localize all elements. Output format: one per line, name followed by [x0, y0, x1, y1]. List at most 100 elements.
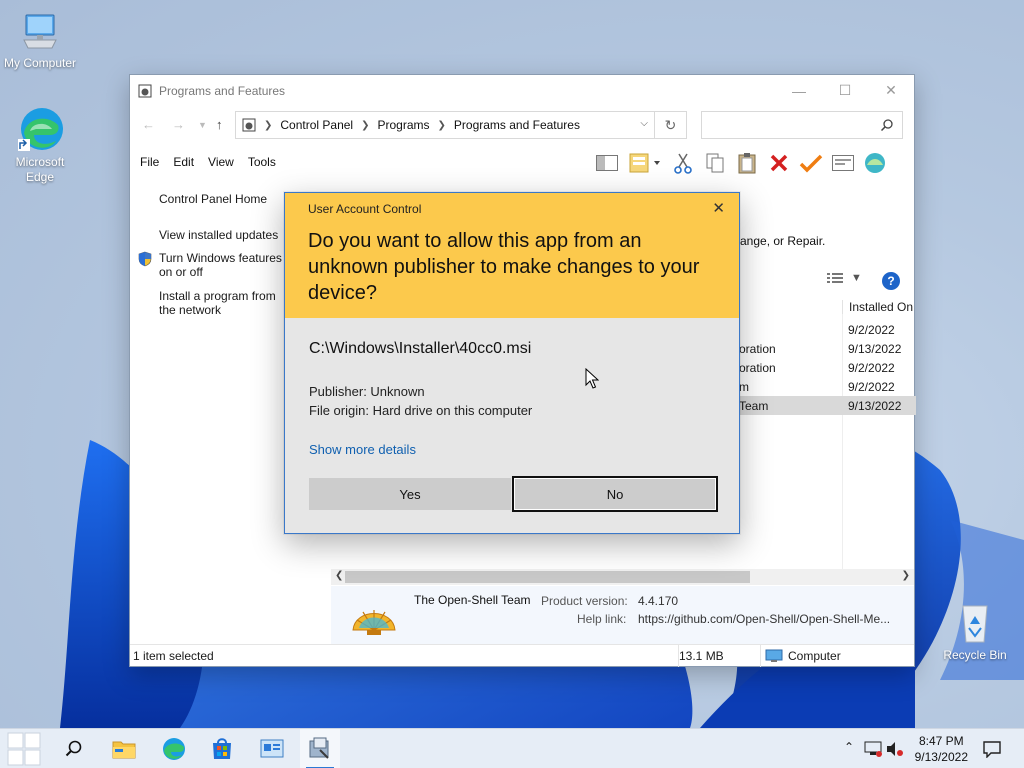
store-icon: [213, 738, 231, 759]
status-selected-count: 1 item selected: [133, 649, 214, 663]
volume-muted-icon[interactable]: [886, 741, 904, 757]
install-from-network-link[interactable]: Install a program from the network: [159, 289, 285, 317]
control-panel-app-icon: [260, 739, 284, 758]
recent-locations-icon[interactable]: ▼: [198, 120, 207, 130]
help-icon[interactable]: ?: [882, 272, 900, 290]
details-publisher: The Open-Shell Team: [414, 593, 531, 607]
control-panel-home-link[interactable]: Control Panel Home: [159, 192, 267, 206]
maximize-button[interactable]: ☐: [822, 75, 868, 106]
taskbar-store[interactable]: [202, 729, 242, 768]
scroll-right-icon[interactable]: ❯: [902, 570, 910, 581]
yes-button[interactable]: Yes: [309, 478, 511, 510]
breadcrumb-separator: ❯: [361, 119, 370, 131]
horizontal-scrollbar[interactable]: ❮ ❯: [331, 569, 914, 585]
left-pane: Control Panel Home View installed update…: [130, 178, 310, 648]
start-button[interactable]: [4, 729, 44, 768]
view-options-button[interactable]: ▼: [827, 272, 862, 284]
hint-text: ange, or Repair.: [740, 234, 826, 248]
scroll-left-icon[interactable]: ❮: [335, 570, 343, 581]
breadcrumb-programs-and-features[interactable]: Programs and Features: [454, 118, 580, 132]
search-input[interactable]: [701, 111, 903, 139]
row-date: 9/2/2022: [848, 380, 895, 394]
taskbar-installer[interactable]: [300, 729, 340, 768]
taskbar-search-button[interactable]: [54, 729, 94, 768]
mouse-cursor-icon: [585, 368, 599, 389]
uac-dialog: User Account Control ✕ Do you want to al…: [284, 192, 740, 534]
desktop-icon-my-computer[interactable]: My Computer: [0, 10, 80, 71]
shield-icon: [138, 251, 152, 267]
menu-file[interactable]: File: [140, 155, 168, 169]
copy-icon[interactable]: [703, 151, 727, 175]
row-date: 9/2/2022: [848, 323, 895, 337]
taskbar-control-panel[interactable]: [252, 729, 292, 768]
row-publisher: oration: [739, 342, 776, 356]
preview-pane-icon[interactable]: [595, 151, 619, 175]
view-installed-updates-link[interactable]: View installed updates: [159, 228, 278, 242]
breadcrumb-programs[interactable]: Programs: [378, 118, 430, 132]
breadcrumb-separator: ❯: [437, 119, 446, 131]
delete-icon[interactable]: [767, 151, 791, 175]
open-shell-icon[interactable]: [863, 151, 887, 175]
network-icon[interactable]: [864, 741, 882, 757]
computer-icon: [23, 14, 57, 49]
address-bar[interactable]: ❯ Control Panel ❯ Programs ❯ Programs an…: [235, 111, 655, 139]
menu-edit[interactable]: Edit: [173, 155, 203, 169]
address-dropdown-icon[interactable]: ⌵: [640, 118, 648, 129]
status-bar: 1 item selected 13.1 MB Computer: [130, 644, 914, 667]
chevron-up-icon[interactable]: ⌃: [844, 740, 854, 754]
close-button[interactable]: ✕: [868, 75, 914, 106]
show-more-details-link[interactable]: Show more details: [309, 442, 416, 457]
refresh-button[interactable]: ↻: [655, 111, 687, 139]
desktop-icon-label: Recycle Bin: [943, 648, 1007, 662]
desktop-icon-edge[interactable]: Microsoft Edge: [0, 105, 80, 185]
clock-time: 8:47 PM: [918, 734, 964, 748]
status-size: 13.1 MB: [679, 649, 724, 663]
breadcrumb-control-panel[interactable]: Control Panel: [280, 118, 353, 132]
minimize-button[interactable]: —: [776, 75, 822, 106]
window-titlebar[interactable]: Programs and Features — ☐ ✕: [130, 75, 914, 106]
help-link-value[interactable]: https://github.com/Open-Shell/Open-Shell…: [638, 612, 890, 626]
uac-header: User Account Control ✕ Do you want to al…: [285, 193, 739, 318]
breadcrumb-separator: ❯: [264, 119, 273, 131]
details-pane: The Open-Shell Team Product version: 4.4…: [331, 586, 914, 644]
taskbar-edge[interactable]: [154, 729, 194, 768]
menu-view[interactable]: View: [208, 155, 243, 169]
open-shell-logo-icon: [352, 610, 396, 635]
taskbar-clock[interactable]: 8:47 PM 9/13/2022: [915, 733, 968, 765]
desktop-icon-recycle-bin[interactable]: Recycle Bin: [935, 600, 1015, 663]
back-arrow-icon[interactable]: ←: [142, 117, 155, 132]
notifications-icon[interactable]: [982, 740, 1002, 758]
taskbar-file-explorer[interactable]: [104, 729, 144, 768]
scrollbar-thumb[interactable]: [345, 571, 750, 583]
uac-publisher: Publisher: Unknown: [309, 384, 425, 399]
checkmark-icon[interactable]: [799, 151, 823, 175]
taskbar: ⌃ 8:47 PM 9/13/2022: [0, 728, 1024, 768]
edge-icon: [18, 108, 63, 151]
product-version-value: 4.4.170: [638, 594, 679, 608]
search-icon: [65, 740, 82, 757]
turn-windows-features-link[interactable]: Turn Windows features on or off: [159, 251, 285, 279]
status-location: Computer: [788, 649, 841, 663]
row-publisher: Team: [739, 399, 769, 413]
forward-arrow-icon[interactable]: →: [172, 117, 185, 132]
search-icon: [880, 119, 893, 132]
uac-close-button[interactable]: ✕: [712, 199, 725, 217]
uac-question: Do you want to allow this app from an un…: [308, 230, 700, 304]
installer-icon: [309, 737, 329, 759]
views-icon[interactable]: [627, 151, 663, 175]
cut-icon[interactable]: [671, 151, 695, 175]
properties-icon[interactable]: [831, 151, 855, 175]
no-button[interactable]: No: [512, 476, 718, 512]
up-arrow-icon[interactable]: ↑: [216, 117, 223, 132]
uac-file-origin: File origin: Hard drive on this computer: [309, 403, 533, 418]
row-publisher: oration: [739, 361, 776, 375]
menu-tools[interactable]: Tools: [248, 155, 285, 169]
chevron-down-icon: ▼: [851, 272, 862, 284]
row-date: 9/13/2022: [848, 342, 902, 356]
paste-icon[interactable]: [735, 151, 759, 175]
menu-bar: File Edit View Tools: [140, 155, 290, 169]
column-header-installed-on[interactable]: Installed On: [842, 300, 916, 314]
window-title: Programs and Features: [159, 83, 286, 98]
uac-program-path: C:\Windows\Installer\40cc0.msi: [309, 340, 532, 357]
row-date: 9/2/2022: [848, 361, 895, 375]
